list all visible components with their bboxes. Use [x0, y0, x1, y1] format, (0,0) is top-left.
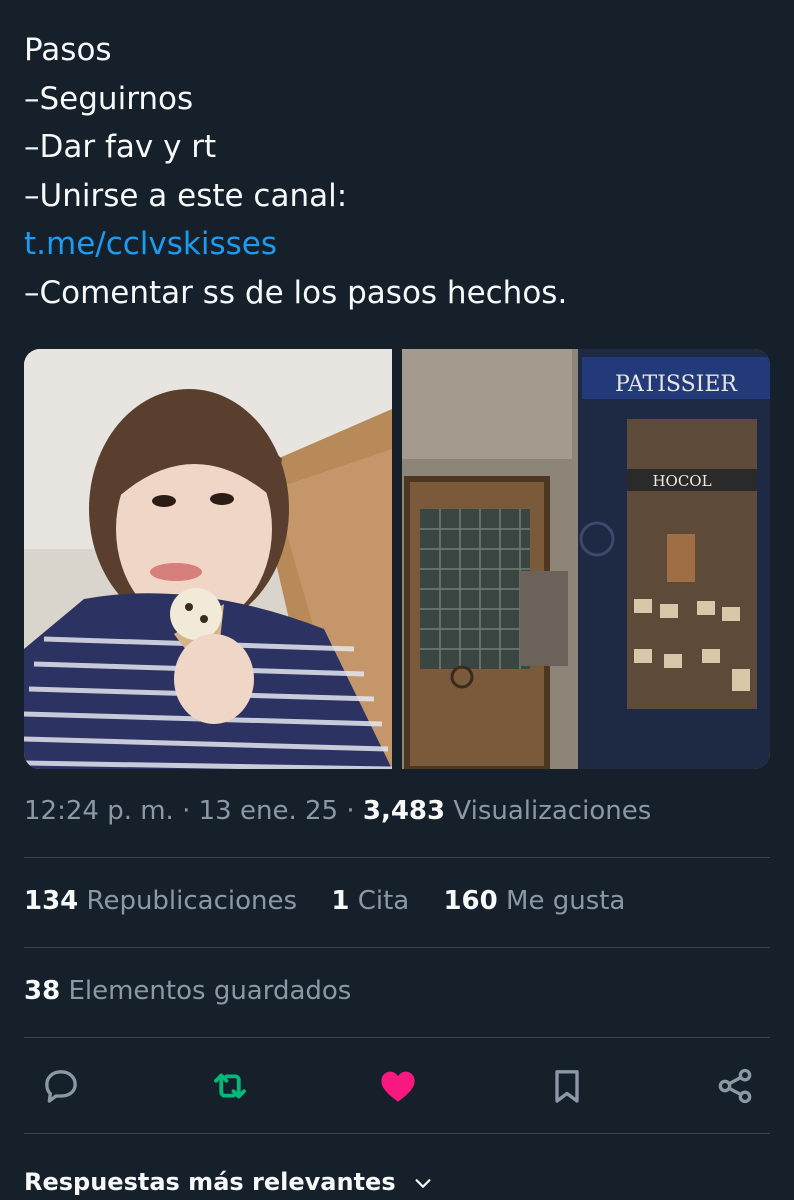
media-grid: PATISSIER HOCOL — [24, 349, 770, 769]
bookmarks-stat[interactable]: 38 Elementos guardados — [24, 976, 351, 1006]
tweet-text: Pasos –Seguirnos –Dar fav y rt –Unirse a… — [24, 26, 770, 318]
tweet-line: –Dar fav y rt — [24, 129, 217, 166]
likes-stat[interactable]: 160 Me gusta — [443, 886, 625, 916]
divider — [24, 1037, 770, 1038]
tweet-line: –Unirse a este canal: — [24, 177, 348, 214]
action-bar — [38, 1063, 758, 1109]
chevron-down-icon — [415, 1179, 431, 1188]
quotes-stat[interactable]: 1 Cita — [331, 886, 409, 916]
engagement-stats: 134 Republicaciones 1 Cita 160 Me gusta — [24, 886, 651, 916]
tweet-date[interactable]: 13 ene. 25 — [199, 796, 338, 826]
like-icon — [381, 1071, 415, 1102]
share-button[interactable] — [712, 1063, 758, 1109]
reposts-stat[interactable]: 134 Republicaciones — [24, 886, 297, 916]
reply-icon — [45, 1070, 77, 1103]
replies-sort-label: Respuestas más relevantes — [24, 1168, 396, 1196]
views-count: 3,483 — [362, 796, 446, 826]
tweet-line: Pasos — [24, 32, 112, 68]
like-button[interactable] — [375, 1063, 421, 1109]
tweet-line: –Seguirnos — [24, 80, 194, 117]
patissier-sign: PATISSIER — [615, 372, 738, 397]
tweet-meta: 12:24 p. m. · 13 ene. 25 · 3,483 Visuali… — [24, 796, 652, 826]
views-label: Visualizaciones — [453, 796, 652, 826]
tweet-time[interactable]: 12:24 p. m. — [24, 796, 174, 826]
retweet-button[interactable] — [207, 1063, 253, 1109]
photo-patisserie[interactable]: PATISSIER HOCOL — [402, 349, 770, 769]
share-icon — [718, 1068, 752, 1104]
divider — [24, 947, 770, 948]
divider — [24, 1133, 770, 1134]
replies-sort[interactable]: Respuestas más relevantes — [24, 1168, 434, 1196]
bookmark-icon — [554, 1070, 579, 1103]
chocolat-sign: HOCOL — [652, 472, 711, 490]
reply-button[interactable] — [38, 1063, 84, 1109]
divider — [24, 857, 770, 858]
bookmark-button[interactable] — [544, 1063, 590, 1109]
telegram-link[interactable]: t.me/cclvskisses — [24, 226, 277, 262]
tweet-line: –Comentar ss de los pasos hechos. — [24, 274, 568, 311]
retweet-icon — [213, 1073, 246, 1099]
photo-person[interactable] — [24, 349, 392, 769]
